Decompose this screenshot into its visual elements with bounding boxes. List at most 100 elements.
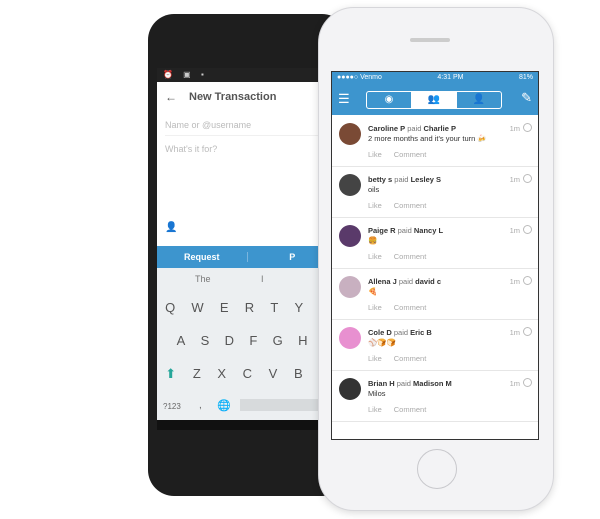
actions: Like Comment	[368, 252, 438, 261]
transaction-note: 🍕	[368, 287, 378, 296]
action-bar: Request P	[157, 246, 337, 268]
feed-segmented-control: ◉ 👥 👤	[366, 91, 502, 109]
name-input[interactable]: Name or @username	[165, 114, 335, 136]
avatar[interactable]	[339, 276, 361, 298]
globe-icon[interactable]: 🌐	[217, 399, 231, 412]
key[interactable]: Z	[193, 366, 201, 382]
feed-item[interactable]: Cole D paid Eric B ⚾🍞🍞 Like Comment 1m	[332, 320, 538, 371]
symbols-key[interactable]: ?123	[163, 402, 181, 411]
payer-name[interactable]: Paige R	[368, 226, 396, 235]
avatar[interactable]	[339, 378, 361, 400]
paid-word: paid	[407, 124, 422, 133]
key[interactable]: H	[298, 333, 307, 348]
like-button[interactable]: Like	[368, 303, 382, 312]
compose-pay-icon[interactable]: ✎	[521, 90, 532, 106]
carrier: ●●●●○ Venmo	[337, 74, 382, 81]
public-globe-icon	[523, 225, 532, 234]
like-button[interactable]: Like	[368, 354, 382, 363]
key[interactable]: W	[191, 300, 203, 315]
paid-word: paid	[394, 175, 409, 184]
payee-name[interactable]: Eric B	[410, 328, 432, 337]
key[interactable]: R	[245, 300, 254, 315]
key[interactable]: Y	[295, 300, 304, 315]
like-button[interactable]: Like	[368, 405, 382, 414]
payer-name[interactable]: Cole D	[368, 328, 392, 337]
comment-button[interactable]: Comment	[394, 354, 427, 363]
payee-name[interactable]: Charlie P	[423, 124, 456, 133]
key[interactable]: B	[294, 366, 303, 382]
key[interactable]: X	[217, 366, 226, 382]
avatar[interactable]	[339, 225, 361, 247]
comment-button[interactable]: Comment	[394, 201, 427, 210]
key[interactable]: C	[243, 366, 252, 382]
feed-item[interactable]: Brian H paid Madison M Milos Like Comment…	[332, 371, 538, 422]
key[interactable]: S	[201, 333, 210, 348]
key[interactable]: F	[249, 333, 257, 348]
comment-button[interactable]: Comment	[394, 303, 427, 312]
payee-name[interactable]: Lesley S	[411, 175, 441, 184]
feed-item[interactable]: Allena J paid david c 🍕 Like Comment 1m	[332, 269, 538, 320]
paid-word: paid	[393, 328, 409, 337]
user-tab-icon[interactable]: 👤	[457, 92, 501, 108]
note-input[interactable]: What's it for?	[165, 138, 335, 160]
like-button[interactable]: Like	[368, 201, 382, 210]
paid-word: paid	[398, 277, 414, 286]
feed-item[interactable]: Paige R paid Nancy L 🍔 Like Comment 1m	[332, 218, 538, 269]
payee-name[interactable]: Madison M	[413, 379, 452, 388]
key[interactable]: V	[269, 366, 278, 382]
key[interactable]: D	[225, 333, 234, 348]
transaction-title: Allena J paid david c	[368, 277, 441, 286]
comment-button[interactable]: Comment	[394, 252, 427, 261]
page-title: New Transaction	[189, 91, 277, 103]
shift-icon[interactable]: ⬆	[165, 366, 176, 382]
back-triangle-icon[interactable]: ▽	[197, 428, 206, 430]
comma-key[interactable]: ,	[199, 400, 202, 411]
public-globe-icon	[523, 174, 532, 183]
like-button[interactable]: Like	[368, 150, 382, 159]
like-button[interactable]: Like	[368, 252, 382, 261]
public-globe-icon	[523, 276, 532, 285]
request-button[interactable]: Request	[157, 252, 247, 262]
key-row-1: QWERTYU	[157, 300, 337, 315]
feed-item[interactable]: betty s paid Lesley S oils Like Comment 1…	[332, 167, 538, 218]
contact-add-icon[interactable]: 👤	[165, 222, 177, 233]
timestamp: 1m	[509, 124, 520, 133]
key[interactable]: G	[273, 333, 283, 348]
globe-tab-icon[interactable]: ◉	[367, 92, 412, 108]
speaker-grille	[410, 38, 450, 42]
arrow-left-icon[interactable]: ←	[165, 90, 177, 104]
avatar[interactable]	[339, 174, 361, 196]
payer-name[interactable]: Caroline P	[368, 124, 405, 133]
payee-name[interactable]: Nancy L	[414, 226, 443, 235]
key[interactable]: A	[177, 333, 186, 348]
android-nav-bar: ▽ ○	[157, 420, 337, 430]
key[interactable]: T	[270, 300, 278, 315]
key[interactable]: E	[220, 300, 229, 315]
timestamp: 1m	[509, 328, 520, 337]
avatar[interactable]	[339, 123, 361, 145]
timestamp: 1m	[509, 277, 520, 286]
comment-button[interactable]: Comment	[394, 150, 427, 159]
paid-word: paid	[397, 226, 412, 235]
suggestion[interactable]: The	[195, 274, 211, 284]
public-globe-icon	[523, 378, 532, 387]
payer-name[interactable]: Brian H	[368, 379, 395, 388]
android-status-bar: ⏰ ▣ ▪	[157, 68, 337, 82]
payer-name[interactable]: betty s	[368, 175, 392, 184]
transaction-title: Paige R paid Nancy L	[368, 226, 443, 235]
key[interactable]: Q	[165, 300, 175, 315]
home-circle-icon[interactable]: ○	[257, 426, 264, 430]
comment-button[interactable]: Comment	[394, 405, 427, 414]
iphone-screen: ●●●●○ Venmo 4:31 PM 81% ☰ ◉ 👥 👤 ✎ Caroli…	[331, 71, 539, 440]
feed-item[interactable]: Caroline P paid Charlie P 2 more months …	[332, 116, 538, 167]
suggestion[interactable]: I	[261, 274, 264, 284]
menu-icon[interactable]: ☰	[338, 91, 350, 107]
friends-tab-icon[interactable]: 👥	[412, 92, 457, 108]
key-row-2: ASDFGHJ	[157, 333, 337, 348]
home-button[interactable]	[417, 449, 457, 489]
payee-name[interactable]: david c	[415, 277, 441, 286]
payer-name[interactable]: Allena J	[368, 277, 397, 286]
timestamp: 1m	[509, 175, 520, 184]
transaction-note: ⚾🍞🍞	[368, 338, 397, 347]
avatar[interactable]	[339, 327, 361, 349]
